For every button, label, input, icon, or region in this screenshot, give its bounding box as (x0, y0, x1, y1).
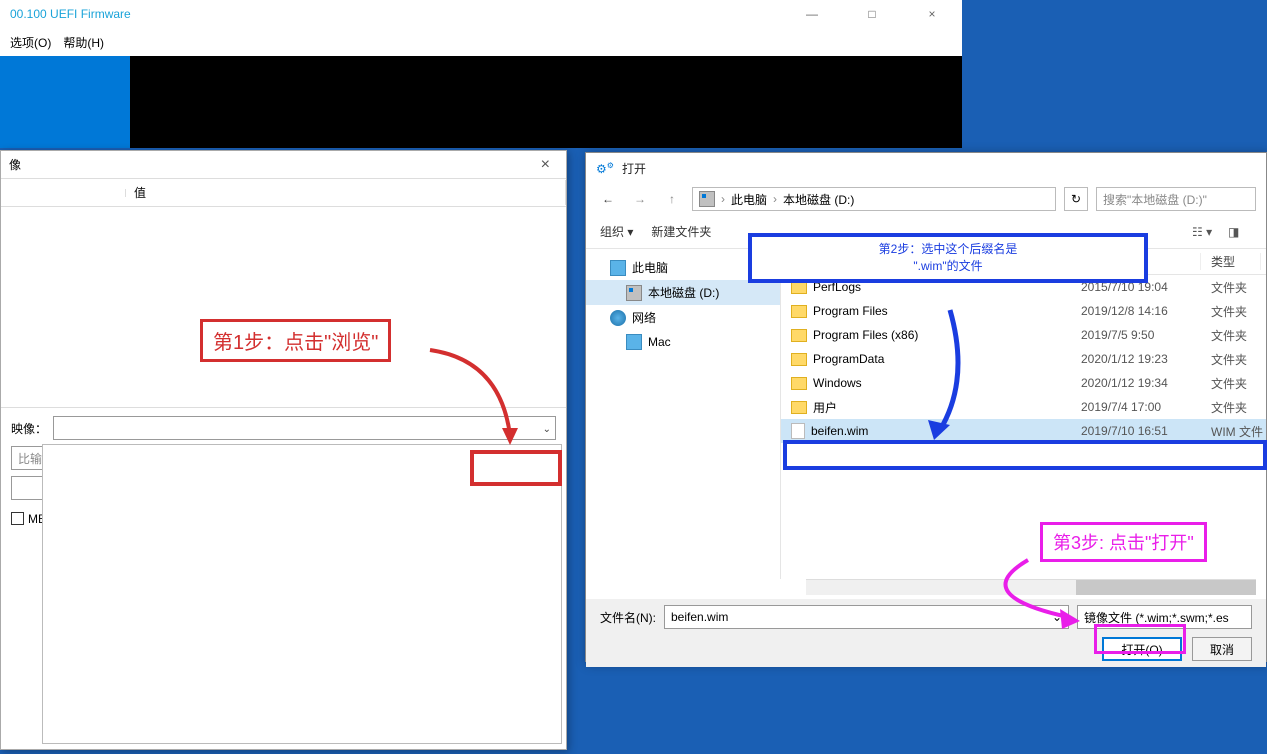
highlight-wim-file-row (783, 440, 1267, 470)
vm-titlebar: 00.100 UEFI Firmware — □ × (0, 0, 962, 28)
modal-close-icon[interactable]: × (533, 156, 558, 174)
maximize-icon[interactable]: □ (852, 7, 892, 21)
search-input[interactable]: 搜索"本地磁盘 (D:)" (1096, 187, 1256, 211)
file-row-3[interactable]: ProgramData2020/1/12 19:23文件夹 (781, 347, 1266, 371)
tree-local-disk-d[interactable]: 本地磁盘 (D:) (586, 280, 780, 305)
folder-icon (791, 329, 807, 342)
vm-window-controls: — □ × (792, 7, 952, 21)
col-type[interactable]: 类型 (1201, 253, 1261, 270)
network-icon (610, 310, 626, 326)
back-button[interactable]: ← (596, 187, 620, 211)
folder-tree: 此电脑 本地磁盘 (D:) 网络 Mac (586, 249, 781, 579)
breadcrumb-drive[interactable]: 本地磁盘 (D:) (783, 191, 854, 208)
monitor-icon (610, 260, 626, 276)
highlight-open-button (1094, 624, 1186, 654)
close-icon[interactable]: × (912, 7, 952, 21)
grid-col2-value: 值 (126, 180, 566, 205)
lower-panel (42, 444, 562, 744)
tree-mac[interactable]: Mac (586, 330, 780, 354)
forward-button[interactable]: → (628, 187, 652, 211)
magenta-arrow-icon (968, 555, 1098, 635)
drive-icon (626, 285, 642, 301)
grid-header: 值 (1, 179, 566, 207)
dialog-cancel-button[interactable]: 取消 (1192, 637, 1252, 661)
file-row-2[interactable]: Program Files (x86)2019/7/5 9:50文件夹 (781, 323, 1266, 347)
view-mode-icon[interactable]: ☷ ▾ (1192, 223, 1216, 241)
vm-window: 00.100 UEFI Firmware — □ × 选项(O) 帮助(H) (0, 0, 962, 148)
chevron-down-icon (543, 421, 551, 435)
menu-help[interactable]: 帮助(H) (63, 34, 104, 51)
refresh-button[interactable]: ↻ (1064, 187, 1088, 211)
address-bar[interactable]: › 此电脑 › 本地磁盘 (D:) (692, 187, 1056, 211)
vm-menubar: 选项(O) 帮助(H) (0, 28, 962, 56)
breadcrumb-pc[interactable]: 此电脑 (731, 191, 767, 208)
annotation-step1: 第1步：点击"浏览" (200, 319, 391, 362)
file-row-5[interactable]: 用户2019/7/4 17:00文件夹 (781, 395, 1266, 419)
menu-options[interactable]: 选项(O) (10, 34, 51, 51)
annotation-step2: 第2步：选中这个后缀名是 ".wim"的文件 (748, 233, 1148, 283)
dialog-title: 打开 (622, 160, 646, 177)
new-folder-button[interactable]: 新建文件夹 (651, 223, 711, 240)
up-button[interactable]: ↑ (660, 187, 684, 211)
nav-row: ← → ↑ › 此电脑 › 本地磁盘 (D:) ↻ 搜索"本地磁盘 (D:)" (586, 183, 1266, 215)
grid-col1 (1, 189, 126, 197)
filename-label: 文件名(N): (600, 609, 656, 626)
file-icon (791, 423, 805, 439)
gear-icon: ⚙⚙ (596, 161, 614, 176)
drive-icon (699, 191, 715, 207)
folder-icon (791, 377, 807, 390)
scroll-thumb[interactable] (1076, 580, 1256, 595)
modal-title-suffix: 像 (9, 156, 21, 173)
folder-icon (791, 305, 807, 318)
modal-titlebar[interactable]: 像 × (1, 151, 566, 179)
vm-tab-row (0, 56, 962, 148)
folder-icon (791, 353, 807, 366)
preview-pane-icon[interactable]: ◨ (1228, 223, 1252, 241)
blue-arrow-icon (900, 300, 980, 445)
vm-console (130, 56, 962, 148)
minimize-icon[interactable]: — (792, 7, 832, 21)
tree-network[interactable]: 网络 (586, 305, 780, 330)
dialog-titlebar[interactable]: ⚙⚙ 打开 (586, 153, 1266, 183)
image-label: 映像： (11, 420, 47, 437)
organize-button[interactable]: 组织 ▾ (600, 223, 633, 240)
annotation-step3: 第3步: 点击"打开" (1040, 522, 1207, 562)
mac-icon (626, 334, 642, 350)
file-row-1[interactable]: Program Files2019/12/8 14:16文件夹 (781, 299, 1266, 323)
highlight-browse-button (470, 450, 562, 486)
file-row-4[interactable]: Windows2020/1/12 19:34文件夹 (781, 371, 1266, 395)
active-vm-tab[interactable] (0, 56, 130, 148)
folder-icon (791, 401, 807, 414)
vm-title: 00.100 UEFI Firmware (10, 7, 131, 21)
red-arrow-icon (420, 340, 540, 460)
